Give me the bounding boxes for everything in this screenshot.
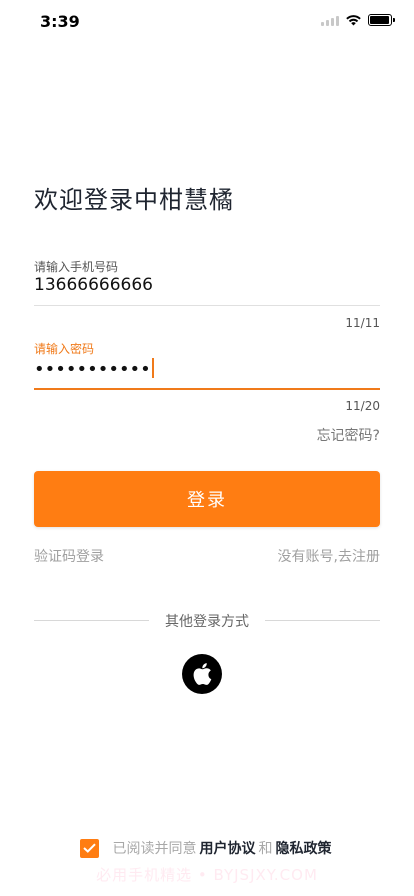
agreement-prefix: 已阅读并同意 [112,841,197,857]
other-login-label: 其他登录方式 [165,614,249,630]
password-dots: ••••••••••• [34,359,151,380]
phone-input[interactable]: 13666666666 [34,275,153,295]
check-icon [82,843,96,853]
wifi-icon [346,15,361,26]
agreement-row: 已阅读并同意 用户协议 和 隐私政策 [0,838,414,858]
watermark: 必用手机精选 • BYJSJXY.COM [96,866,318,884]
password-counter: 11/20 [345,399,380,413]
password-label: 请输入密码 [34,342,95,356]
forgot-password-link[interactable]: 忘记密码? [317,425,380,445]
user-agreement-link[interactable]: 用户协议 [200,838,256,858]
divider-right [265,620,380,621]
page-title: 欢迎登录中柑慧橘 [34,186,234,214]
agreement-and: 和 [258,841,273,857]
password-input[interactable]: ••••••••••• [34,358,154,380]
status-bar: 3:39 [0,0,414,44]
privacy-policy-link[interactable]: 隐私政策 [276,838,332,858]
register-link[interactable]: 没有账号,去注册 [278,546,380,566]
login-button[interactable]: 登录 [34,471,380,527]
battery-icon [368,14,395,26]
sms-login-link[interactable]: 验证码登录 [34,546,104,566]
phone-counter: 11/11 [345,316,380,330]
apple-login-button[interactable] [182,654,222,694]
phone-underline [34,305,380,306]
password-underline [34,388,380,390]
phone-label: 请输入手机号码 [34,260,119,274]
signal-icon [321,15,339,26]
status-time: 3:39 [40,12,80,31]
agreement-checkbox[interactable] [79,838,99,858]
apple-icon [193,663,212,685]
text-cursor [151,358,154,378]
status-icons [321,14,395,26]
